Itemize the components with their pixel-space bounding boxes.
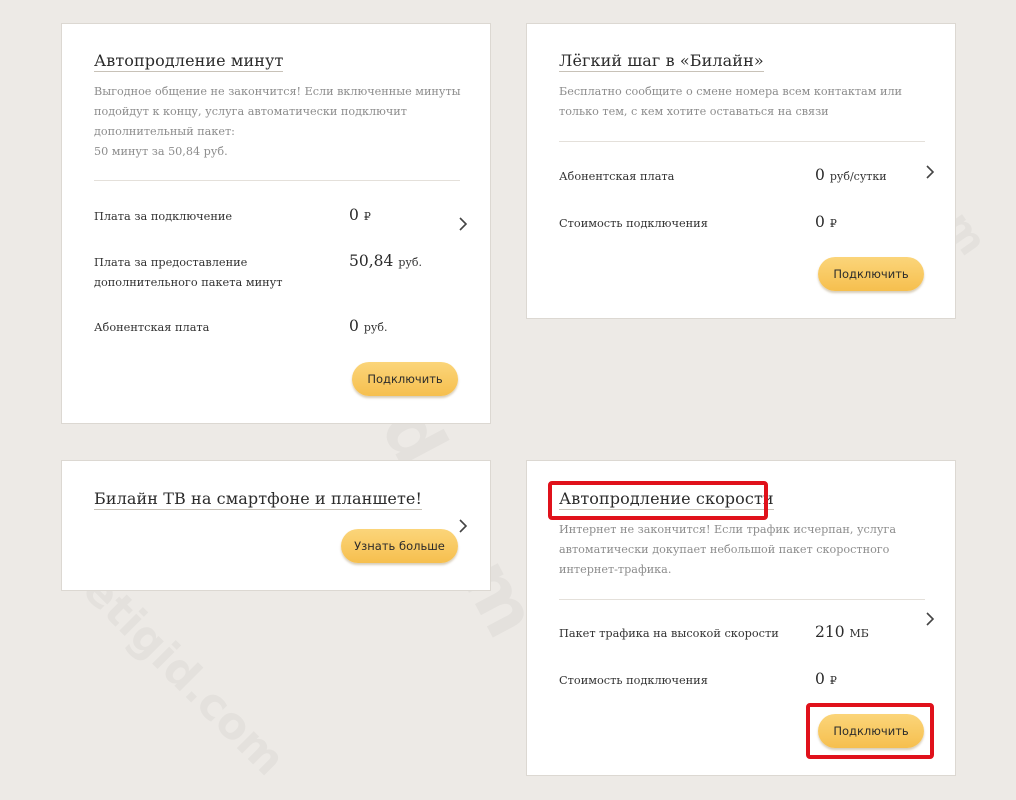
- service-card-easy-step: Лёгкий шаг в «Билайн» Бесплатно сообщите…: [526, 23, 956, 319]
- divider: [94, 180, 460, 181]
- highlight-title-box: [548, 481, 768, 520]
- row-label: Плата за предоставление дополнительного …: [94, 256, 283, 289]
- divider: [559, 599, 925, 600]
- learn-more-button[interactable]: Узнать больше: [341, 529, 458, 563]
- row-value: 0 руб.: [349, 317, 388, 335]
- row-label: Стоимость подключения: [559, 674, 708, 687]
- row-value: 0 ₽: [815, 670, 837, 688]
- divider: [559, 141, 925, 142]
- service-card-beeline-tv: Билайн ТВ на смартфоне и планшете! Узнат…: [61, 460, 491, 591]
- chevron-right-icon[interactable]: [921, 161, 939, 183]
- chevron-right-icon[interactable]: [454, 515, 472, 537]
- card-title[interactable]: Лёгкий шаг в «Билайн»: [559, 51, 764, 72]
- row-label: Абонентская плата: [94, 321, 210, 334]
- highlight-button-box: [806, 703, 934, 759]
- row-value: 0 ₽: [815, 213, 837, 231]
- row-value: 210 МБ: [815, 623, 869, 641]
- row-label: Пакет трафика на высокой скорости: [559, 627, 779, 640]
- row-value: 0 ₽: [349, 206, 371, 224]
- service-card-minutes: Автопродление минут Выгодное общение не …: [61, 23, 491, 424]
- card-title[interactable]: Билайн ТВ на смартфоне и планшете!: [94, 489, 423, 510]
- card-description: Бесплатно сообщите о смене номера всем к…: [559, 85, 903, 118]
- card-description: Интернет не закончится! Если трафик исче…: [559, 523, 897, 576]
- connect-button[interactable]: Подключить: [818, 257, 924, 291]
- row-value: 50,84 руб.: [349, 252, 422, 270]
- chevron-right-icon[interactable]: [921, 608, 939, 630]
- row-label: Стоимость подключения: [559, 217, 708, 230]
- row-label: Абонентская плата: [559, 170, 675, 183]
- chevron-right-icon[interactable]: [454, 213, 472, 235]
- connect-button[interactable]: Подключить: [352, 362, 458, 396]
- card-title[interactable]: Автопродление минут: [94, 51, 284, 72]
- card-description: Выгодное общение не закончится! Если вкл…: [94, 85, 461, 158]
- row-label: Плата за подключение: [94, 210, 233, 223]
- row-value: 0 руб/сутки: [815, 166, 887, 184]
